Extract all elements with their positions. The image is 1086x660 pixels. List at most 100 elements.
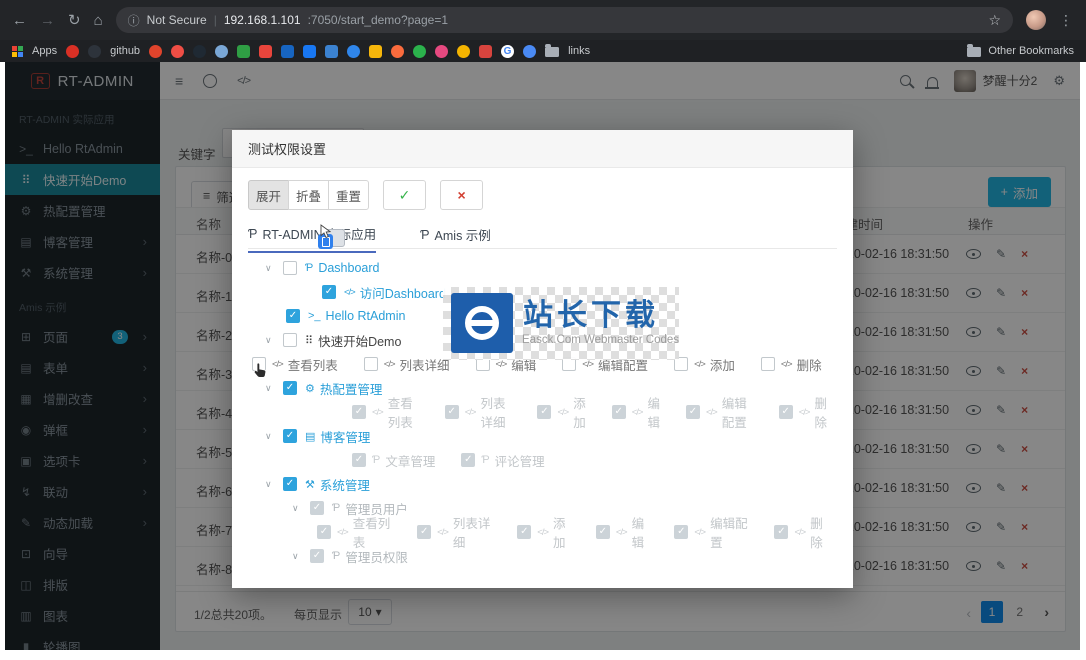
perm-label: 编辑配置 xyxy=(722,393,753,431)
tree-node-system[interactable]: ∨ ✓ ⚒ 系统管理 xyxy=(232,472,853,496)
checkbox-checked-disabled: ✓ xyxy=(517,525,531,539)
page-icon: Ƥ xyxy=(481,454,489,466)
check-icon: ✓ xyxy=(399,187,411,204)
tree-node-dashboard[interactable]: ∨ Ƥ Dashboard xyxy=(232,256,853,280)
code-icon: </> xyxy=(799,407,810,418)
bookmark-favicon[interactable] xyxy=(215,45,228,58)
bookmark-favicon[interactable] xyxy=(457,45,470,58)
checkbox-checked-disabled: ✓ xyxy=(352,405,366,419)
cursor-arrow-icon xyxy=(320,224,331,239)
dialog-header: 测试权限设置 xyxy=(232,130,853,168)
info-icon[interactable]: ⓘ xyxy=(128,12,140,29)
folder-icon[interactable] xyxy=(967,47,981,57)
github-favicon[interactable] xyxy=(88,45,101,58)
perm-label: 删除 xyxy=(797,355,822,374)
code-icon: </> xyxy=(706,407,717,418)
checkbox-checked-disabled: ✓ xyxy=(417,525,431,539)
browser-toolbar: ← → ↻ ⌂ ⓘ Not Secure | 192.168.1.101 :70… xyxy=(0,0,1086,40)
bookmark-favicon[interactable] xyxy=(435,45,448,58)
bookmark-favicon[interactable] xyxy=(347,45,360,58)
bookmark-favicon[interactable] xyxy=(237,45,250,58)
bookmark-favicon[interactable] xyxy=(303,45,316,58)
perm-chip-disabled: ✓</>列表详细 xyxy=(445,393,512,431)
code-icon: </> xyxy=(632,407,643,418)
checkbox-checked-disabled: ✓ xyxy=(352,453,366,467)
checkbox-checked[interactable]: ✓ xyxy=(283,477,297,491)
perm-chip-disabled: ✓</>编辑配置 xyxy=(686,393,753,431)
caret-down-icon[interactable]: ∨ xyxy=(292,551,310,562)
bookmark-favicon[interactable] xyxy=(479,45,492,58)
code-icon: </> xyxy=(272,359,283,370)
checkbox-checked-disabled: ✓ xyxy=(317,525,331,539)
perm-chip[interactable]: </>删除 xyxy=(761,355,822,374)
checkbox-checked-disabled: ✓ xyxy=(445,405,459,419)
bookmark-favicon[interactable] xyxy=(325,45,338,58)
perm-chip[interactable]: </>添加 xyxy=(674,355,735,374)
github-label[interactable]: github xyxy=(110,45,140,57)
checkbox-unchecked xyxy=(364,357,378,371)
checkbox-checked[interactable]: ✓ xyxy=(283,381,297,395)
bookmark-favicon[interactable] xyxy=(193,45,206,58)
apps-label[interactable]: Apps xyxy=(32,45,57,57)
google-favicon[interactable]: G xyxy=(501,45,514,58)
url-path: :7050/start_demo?page=1 xyxy=(308,13,448,27)
forward-icon[interactable]: → xyxy=(40,13,55,28)
checkbox-checked-disabled: ✓ xyxy=(310,549,324,563)
reload-icon[interactable]: ↻ xyxy=(68,13,81,28)
caret-down-icon[interactable]: ∨ xyxy=(265,479,283,490)
perm-chip[interactable]: </>列表详细 xyxy=(364,355,450,374)
collapse-button[interactable]: 折叠 xyxy=(288,180,329,210)
perm-chip-disabled: ✓Ƥ评论管理 xyxy=(461,451,544,470)
checkbox-checked[interactable]: ✓ xyxy=(322,285,336,299)
bookmark-favicon[interactable] xyxy=(149,45,162,58)
links-folder-label[interactable]: links xyxy=(568,45,590,57)
page-icon: Ƥ xyxy=(372,454,380,466)
page-tree-icon: Ƥ xyxy=(420,228,429,242)
caret-down-icon[interactable]: ∨ xyxy=(265,383,283,394)
address-bar[interactable]: ⓘ Not Secure | 192.168.1.101 :7050/start… xyxy=(116,7,1013,33)
bookmark-favicon[interactable] xyxy=(369,45,382,58)
caret-down-icon[interactable]: ∨ xyxy=(292,503,310,514)
node-label: Hello RtAdmin xyxy=(326,309,406,323)
permission-dialog: 测试权限设置 展开 折叠 重置 ✓ × Ƥ RT-ADMIN 实际应用 Ƥ Am… xyxy=(232,130,853,588)
bookmark-favicon[interactable] xyxy=(66,45,79,58)
expand-button[interactable]: 展开 xyxy=(248,180,289,210)
browser-profile-avatar[interactable] xyxy=(1026,10,1046,30)
bookmarks-bar: Apps github G links Other Bookmarks xyxy=(0,40,1086,62)
checkbox-unchecked[interactable] xyxy=(283,333,297,347)
bookmark-star-icon[interactable]: ☆ xyxy=(988,12,1001,29)
apps-grid-icon[interactable] xyxy=(12,46,17,51)
bookmark-favicon[interactable] xyxy=(281,45,294,58)
caret-down-icon[interactable]: ∨ xyxy=(265,263,283,274)
checkbox-unchecked[interactable] xyxy=(283,261,297,275)
terminal-icon: >_ xyxy=(308,310,321,322)
other-bookmarks-label[interactable]: Other Bookmarks xyxy=(988,45,1074,57)
home-icon[interactable]: ⌂ xyxy=(94,13,103,28)
perm-chip-disabled: ✓</>编辑 xyxy=(596,513,649,551)
browser-menu-icon[interactable]: ⋮ xyxy=(1059,12,1074,29)
checkbox-checked[interactable]: ✓ xyxy=(283,429,297,443)
checkbox-checked-disabled: ✓ xyxy=(612,405,626,419)
perm-chip-disabled: ✓</>删除 xyxy=(774,513,827,551)
confirm-button[interactable]: ✓ xyxy=(383,180,426,210)
back-icon[interactable]: ← xyxy=(12,13,27,28)
caret-down-icon[interactable]: ∨ xyxy=(265,335,283,346)
folder-icon[interactable] xyxy=(545,47,559,57)
bookmark-favicon[interactable] xyxy=(259,45,272,58)
grid-icon: ⠿ xyxy=(305,334,313,347)
bookmark-favicon[interactable] xyxy=(391,45,404,58)
caret-down-icon[interactable]: ∨ xyxy=(265,431,283,442)
checkbox-checked[interactable]: ✓ xyxy=(286,309,300,323)
reset-button[interactable]: 重置 xyxy=(328,180,369,210)
blog-icon: ▤ xyxy=(305,430,315,443)
bookmark-favicon[interactable] xyxy=(413,45,426,58)
bookmark-favicon[interactable] xyxy=(171,45,184,58)
perm-chip-disabled: ✓</>查看列表 xyxy=(317,513,391,551)
dialog-title: 测试权限设置 xyxy=(248,139,326,158)
bookmark-favicon[interactable] xyxy=(523,45,536,58)
checkbox-checked-disabled: ✓ xyxy=(596,525,610,539)
cancel-button[interactable]: × xyxy=(440,180,483,210)
page-icon: Ƥ xyxy=(332,550,340,562)
perm-label: 查看列表 xyxy=(288,355,338,374)
dialog-toolbar: 展开 折叠 重置 ✓ × xyxy=(248,180,483,210)
